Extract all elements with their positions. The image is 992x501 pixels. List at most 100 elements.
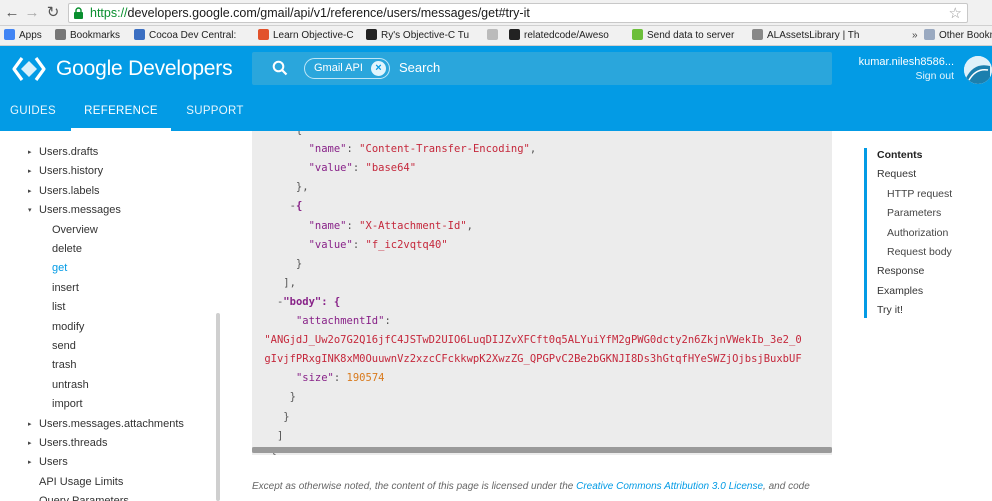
code-token: "value" — [308, 162, 353, 175]
bookmark-favicon-icon — [55, 29, 66, 40]
collapsed-arrow-icon[interactable]: ▸ — [28, 162, 32, 181]
bookmark-label: Ry's Objective-C Tu — [381, 30, 470, 41]
nav-item[interactable]: ▸ Users — [28, 453, 68, 472]
nav-item[interactable]: import — [52, 395, 83, 414]
site-title[interactable]: Google Developers — [56, 57, 233, 81]
nav-scrollbar[interactable] — [216, 313, 220, 501]
code-token: } — [258, 410, 290, 423]
reload-button[interactable]: ↻ — [44, 4, 62, 22]
bookmark-item[interactable]: Cocoa Dev Central: — [134, 29, 236, 43]
toc-item[interactable]: Authorization — [887, 224, 948, 243]
nav-item[interactable]: send — [52, 337, 76, 356]
bookmark-star-icon[interactable]: ☆ — [949, 4, 962, 22]
code-line: ], — [258, 276, 296, 291]
bookmark-item[interactable]: relatedcode/Aweso — [509, 29, 609, 43]
expanded-arrow-icon[interactable]: ▾ — [28, 201, 32, 220]
nav-item[interactable]: ▸ Users.labels — [28, 182, 100, 201]
nav-item[interactable]: delete — [52, 240, 82, 259]
scrollbar-thumb[interactable] — [252, 447, 832, 453]
google-developers-logo-icon[interactable] — [12, 55, 46, 83]
nav-item[interactable]: ▾ Users.messages — [28, 201, 121, 220]
bookmark-item[interactable]: Send data to server — [632, 29, 734, 43]
code-token: } — [258, 391, 296, 404]
bookmark-favicon-icon — [752, 29, 763, 40]
code-token: "body": { — [283, 295, 341, 308]
code-line: -{ — [258, 199, 303, 214]
toc-item: Contents — [877, 149, 923, 161]
nav-item[interactable]: Query Parameters — [39, 492, 129, 501]
nav-item-label: get — [52, 262, 68, 275]
nav-item[interactable]: ▸ Users.history — [28, 162, 103, 181]
back-button[interactable]: ← — [3, 4, 21, 22]
toc-item[interactable]: Request — [877, 165, 916, 184]
nav-item[interactable]: get — [52, 259, 67, 278]
nav-item[interactable]: insert — [52, 279, 79, 298]
bookmark-item[interactable] — [487, 29, 502, 43]
lock-icon — [74, 7, 83, 19]
bookmark-label: Learn Objective-C — [273, 30, 354, 41]
nav-item[interactable]: API Usage Limits — [39, 473, 123, 492]
code-token: : — [333, 372, 347, 385]
license-link[interactable]: Creative Commons Attribution 3.0 License — [576, 481, 763, 492]
chip-label: Gmail API — [314, 62, 363, 74]
nav-item[interactable]: ▸ Users.drafts — [28, 143, 98, 162]
nav-item[interactable]: modify — [52, 318, 84, 337]
bookmarks-bar: » Other Bookm Apps Bookmarks Cocoa Dev Cen… — [0, 26, 992, 46]
search-input[interactable]: Search — [399, 60, 440, 75]
tab-reference[interactable]: REFERENCE — [71, 92, 171, 131]
code-line: ] — [258, 429, 283, 444]
nav-item[interactable]: Overview — [52, 221, 98, 240]
code-token: ] — [258, 429, 284, 442]
nav-item[interactable]: ▸ Users.messages.attachments — [28, 415, 184, 434]
nav-item-label: trash — [52, 359, 77, 372]
toc-item[interactable]: Try it! — [877, 301, 903, 320]
tab-support[interactable]: SUPPORT — [176, 92, 254, 131]
collapsed-arrow-icon[interactable]: ▸ — [28, 143, 32, 162]
toc-item[interactable]: Examples — [877, 282, 923, 301]
collapsed-arrow-icon[interactable]: ▸ — [28, 415, 32, 434]
avatar[interactable] — [964, 56, 992, 84]
bookmark-favicon-icon — [487, 29, 498, 40]
bookmarks-overflow[interactable]: » — [912, 29, 918, 43]
code-line: }, — [258, 180, 309, 195]
code-token: { — [258, 131, 302, 136]
search-scope-chip[interactable]: Gmail API × — [304, 58, 390, 79]
tab-guides[interactable]: GUIDES — [0, 92, 66, 131]
nav-item[interactable]: trash — [52, 356, 76, 375]
bookmark-item[interactable]: Learn Objective-C — [258, 29, 354, 43]
nav-item-label: Overview — [52, 223, 98, 236]
collapsed-arrow-icon[interactable]: ▸ — [28, 453, 32, 472]
nav-item[interactable]: untrash — [52, 376, 89, 395]
bookmark-label: Apps — [19, 30, 42, 41]
nav-item-label: API Usage Limits — [39, 475, 124, 488]
address-bar[interactable]: https://developers.google.com/gmail/api/… — [68, 3, 968, 23]
bookmark-item[interactable]: ALAssetsLibrary | Th — [752, 29, 859, 43]
code-token: "X-Attachment-Id" — [359, 219, 467, 232]
code-token: "size" — [295, 372, 334, 385]
bookmark-item[interactable]: Ry's Objective-C Tu — [366, 29, 469, 43]
code-token: "f_ic2vqtq40" — [365, 238, 448, 251]
account-name[interactable]: kumar.nilesh8586... — [859, 56, 954, 68]
nav-item[interactable]: ▸ Users.threads — [28, 434, 107, 453]
collapsed-arrow-icon[interactable]: ▸ — [28, 434, 32, 453]
browser-toolbar: ← → ↻ https://developers.google.com/gmai… — [0, 0, 992, 26]
chip-close-icon[interactable]: × — [370, 61, 386, 76]
forward-button[interactable]: → — [23, 4, 41, 22]
nav-item[interactable]: list — [52, 298, 65, 317]
other-bookmarks[interactable]: Other Bookm — [924, 29, 992, 43]
sign-out-link[interactable]: Sign out — [915, 70, 954, 82]
code-horizontal-scrollbar[interactable] — [252, 447, 832, 453]
bookmark-item[interactable]: Apps — [4, 29, 42, 43]
toc-item[interactable]: Parameters — [887, 204, 941, 223]
search-bar[interactable]: Gmail API × Search — [252, 52, 832, 85]
code-token: , — [529, 143, 537, 156]
search-icon[interactable] — [272, 60, 288, 76]
collapsed-arrow-icon[interactable]: ▸ — [28, 182, 32, 201]
bookmark-item[interactable]: Bookmarks — [55, 29, 120, 43]
toc-item[interactable]: Response — [877, 262, 924, 281]
code-token: }, — [258, 181, 309, 194]
bookmark-favicon-icon — [4, 29, 15, 40]
toc-item[interactable]: HTTP request — [887, 185, 952, 204]
toc-item[interactable]: Request body — [887, 243, 952, 262]
